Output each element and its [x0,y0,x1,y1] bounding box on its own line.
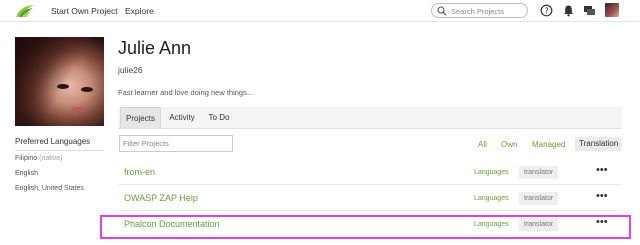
language-name: Filipino [15,155,38,162]
languages-link[interactable]: Languages [474,169,509,176]
top-navbar: Start Own Project Explore ? [0,0,640,22]
profile-username: julie26 [118,65,143,75]
tab-activity[interactable]: Activity [164,107,200,129]
filter-own[interactable]: Own [501,140,517,149]
language-item: English, United States [15,185,84,192]
search-box[interactable] [431,3,528,18]
role-badge: translator [519,192,559,205]
chat-icon[interactable] [583,4,596,17]
start-own-project-link[interactable]: Start Own Project [51,6,118,16]
filter-managed[interactable]: Managed [532,140,565,149]
language-name: English, United States [15,185,84,192]
bell-icon[interactable] [562,4,575,17]
filter-projects-box[interactable] [119,135,233,152]
language-native-note: (native) [39,155,63,162]
zanata-logo-icon[interactable] [14,3,36,19]
highlight-box [100,215,631,239]
help-icon[interactable]: ? [540,4,553,17]
project-row: OWASP ZAP Help Languages translator ••• [118,187,622,211]
photo-eye-left [57,84,69,89]
photo-hair-shade [15,37,104,126]
more-options-icon[interactable]: ••• [596,164,608,176]
profile-name: Julie Ann [118,38,192,58]
preferred-languages-title: Preferred Languages [15,137,91,146]
explore-link[interactable]: Explore [125,6,154,16]
divider [15,150,104,151]
project-row: from-en Languages translator ••• [118,161,622,185]
language-name: English [15,170,38,177]
profile-tabs: Projects Activity To Do [118,107,622,129]
more-options-icon[interactable]: ••• [596,190,608,202]
search-icon [437,6,447,16]
filter-projects-input[interactable] [123,138,229,149]
language-item: Filipino (native) [15,155,62,162]
user-avatar[interactable] [605,3,619,17]
project-name-link[interactable]: from-en [124,167,155,177]
photo-eye-right [81,87,93,92]
profile-photo [15,37,104,126]
role-badge: translator [519,166,559,179]
language-item: English [15,170,38,177]
profile-bio: Fast learner and love doing new things..… [118,88,254,97]
tab-projects[interactable]: Projects [120,107,161,129]
languages-link[interactable]: Languages [474,195,509,202]
project-name-link[interactable]: OWASP ZAP Help [124,193,198,203]
filter-all[interactable]: All [478,140,487,149]
search-input[interactable] [451,6,525,16]
photo-lips [71,107,85,112]
tab-todo[interactable]: To Do [203,107,235,129]
filter-translation[interactable]: Translation [575,137,623,151]
svg-text:?: ? [544,6,548,15]
